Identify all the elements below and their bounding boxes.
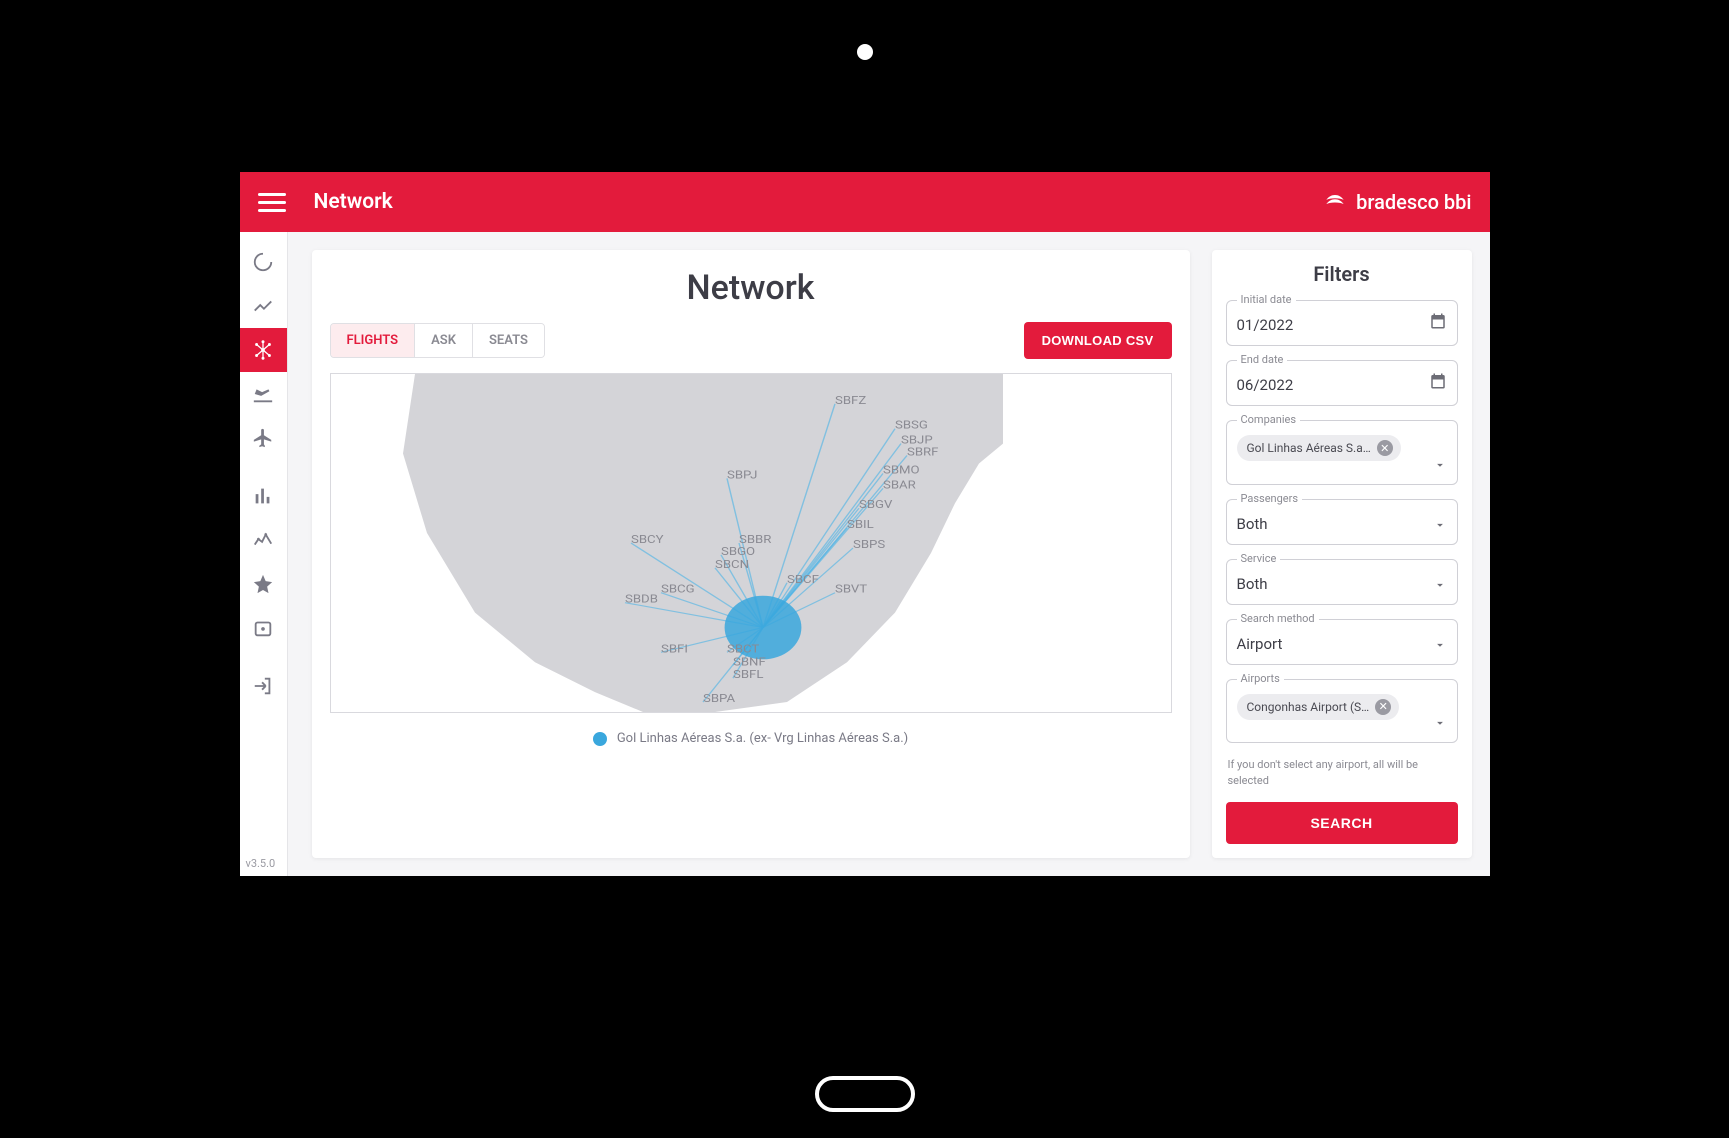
network-title: Network	[330, 268, 1172, 308]
chevron-down-icon	[1433, 715, 1447, 734]
airport-label[interactable]: SBGO	[721, 545, 755, 558]
tab-ask[interactable]: ASK	[414, 324, 472, 357]
filters-title: Filters	[1226, 262, 1458, 286]
airport-label[interactable]: SBAR	[883, 478, 916, 491]
airport-label[interactable]: SBPA	[703, 692, 735, 705]
company-chip: Gol Linhas Aéreas S.a… ✕	[1237, 435, 1401, 461]
airport-label[interactable]: SBPJ	[727, 468, 757, 481]
airport-label[interactable]: SBCG	[661, 583, 695, 596]
airport-label[interactable]: SBDB	[625, 593, 658, 606]
app-screen: Network bradesco bbi v3.5.0 Network FLIG…	[240, 172, 1490, 876]
passengers-field[interactable]: Passengers Both	[1226, 499, 1458, 545]
map-legend: Gol Linhas Aéreas S.a. (ex- Vrg Linhas A…	[330, 731, 1172, 746]
brand-icon	[1322, 189, 1348, 215]
nav-trends[interactable]	[240, 284, 288, 328]
metric-tabs: FLIGHTSASKSEATS	[330, 323, 545, 358]
airports-field[interactable]: Airports Congonhas Airport (S…✕	[1226, 679, 1458, 744]
search-button[interactable]: SEARCH	[1226, 802, 1458, 844]
airport-label[interactable]: SBIL	[847, 518, 874, 531]
nav-exit[interactable]	[240, 664, 288, 708]
chevron-down-icon	[1433, 517, 1447, 536]
calendar-icon	[1429, 312, 1447, 334]
chevron-down-icon	[1433, 637, 1447, 656]
filters-panel: Filters Initial date 01/2022 End date 06…	[1212, 250, 1472, 858]
airport-label[interactable]: SBCF	[787, 573, 819, 586]
nav-insights[interactable]	[240, 518, 288, 562]
airport-label[interactable]: SBVT	[835, 583, 867, 596]
airport-label[interactable]: SBFZ	[835, 394, 866, 407]
search-method-field[interactable]: Search method Airport	[1226, 619, 1458, 665]
legend-label: Gol Linhas Aéreas S.a. (ex- Vrg Linhas A…	[617, 731, 908, 746]
device-home-button[interactable]	[815, 1076, 915, 1112]
airport-label[interactable]: SBGV	[859, 498, 893, 511]
app-version: v3.5.0	[246, 857, 276, 870]
airport-label[interactable]: SBSG	[895, 419, 928, 432]
brand-logo: bradesco bbi	[1322, 189, 1471, 215]
nav-network[interactable]	[240, 328, 288, 372]
chip-label: Gol Linhas Aéreas S.a…	[1247, 441, 1371, 455]
airport-label[interactable]: SBJP	[901, 434, 933, 447]
service-field[interactable]: Service Both	[1226, 559, 1458, 605]
nav-stats[interactable]	[240, 474, 288, 518]
nav-loading[interactable]	[240, 240, 288, 284]
chip-remove-icon[interactable]: ✕	[1375, 699, 1391, 715]
chevron-down-icon	[1433, 457, 1447, 476]
brand-text: bradesco bbi	[1356, 190, 1471, 214]
end-date-field[interactable]: End date 06/2022	[1226, 360, 1458, 406]
airport-label[interactable]: SBCN	[715, 558, 749, 571]
companies-field[interactable]: Companies Gol Linhas Aéreas S.a…✕	[1226, 420, 1458, 485]
nav-fleet[interactable]	[240, 416, 288, 460]
nav-archive[interactable]	[240, 606, 288, 650]
page-title: Network	[314, 190, 393, 214]
left-nav: v3.5.0	[240, 232, 288, 876]
tab-flights[interactable]: FLIGHTS	[331, 324, 415, 357]
tab-seats[interactable]: SEATS	[472, 324, 544, 357]
topbar: Network bradesco bbi	[240, 172, 1490, 232]
airport-label[interactable]: SBPS	[853, 538, 885, 551]
airport-label[interactable]: SBCY	[631, 533, 664, 546]
airport-label[interactable]: SBCT	[727, 642, 759, 655]
airport-label[interactable]: SBNF	[733, 655, 766, 668]
download-csv-button[interactable]: DOWNLOAD CSV	[1024, 322, 1172, 359]
airport-label[interactable]: SBRF	[907, 446, 939, 459]
legend-color-dot	[593, 732, 607, 746]
menu-button[interactable]	[258, 188, 286, 216]
airport-label[interactable]: SBFL	[733, 668, 764, 681]
calendar-icon	[1429, 372, 1447, 394]
nav-favorites[interactable]	[240, 562, 288, 606]
airport-label[interactable]: SBMO	[883, 463, 920, 476]
device-camera-icon	[857, 44, 873, 60]
airport-label[interactable]: SBBR	[739, 533, 772, 546]
network-map[interactable]: SBFZ SBSG SBJPSBRF SBMO SBAR SBPJ SBGV SBIL SBCY…	[330, 373, 1172, 713]
network-card: Network FLIGHTSASKSEATS DOWNLOAD CSV SBF…	[312, 250, 1190, 858]
chip-remove-icon[interactable]: ✕	[1377, 440, 1393, 456]
nav-departures[interactable]	[240, 372, 288, 416]
airport-chip: Congonhas Airport (S… ✕	[1237, 694, 1400, 720]
airport-label[interactable]: SBFI	[661, 642, 688, 655]
airports-hint: If you don't select any airport, all wil…	[1226, 757, 1458, 788]
chevron-down-icon	[1433, 577, 1447, 596]
initial-date-field[interactable]: Initial date 01/2022	[1226, 300, 1458, 346]
chip-label: Congonhas Airport (S…	[1247, 700, 1370, 714]
